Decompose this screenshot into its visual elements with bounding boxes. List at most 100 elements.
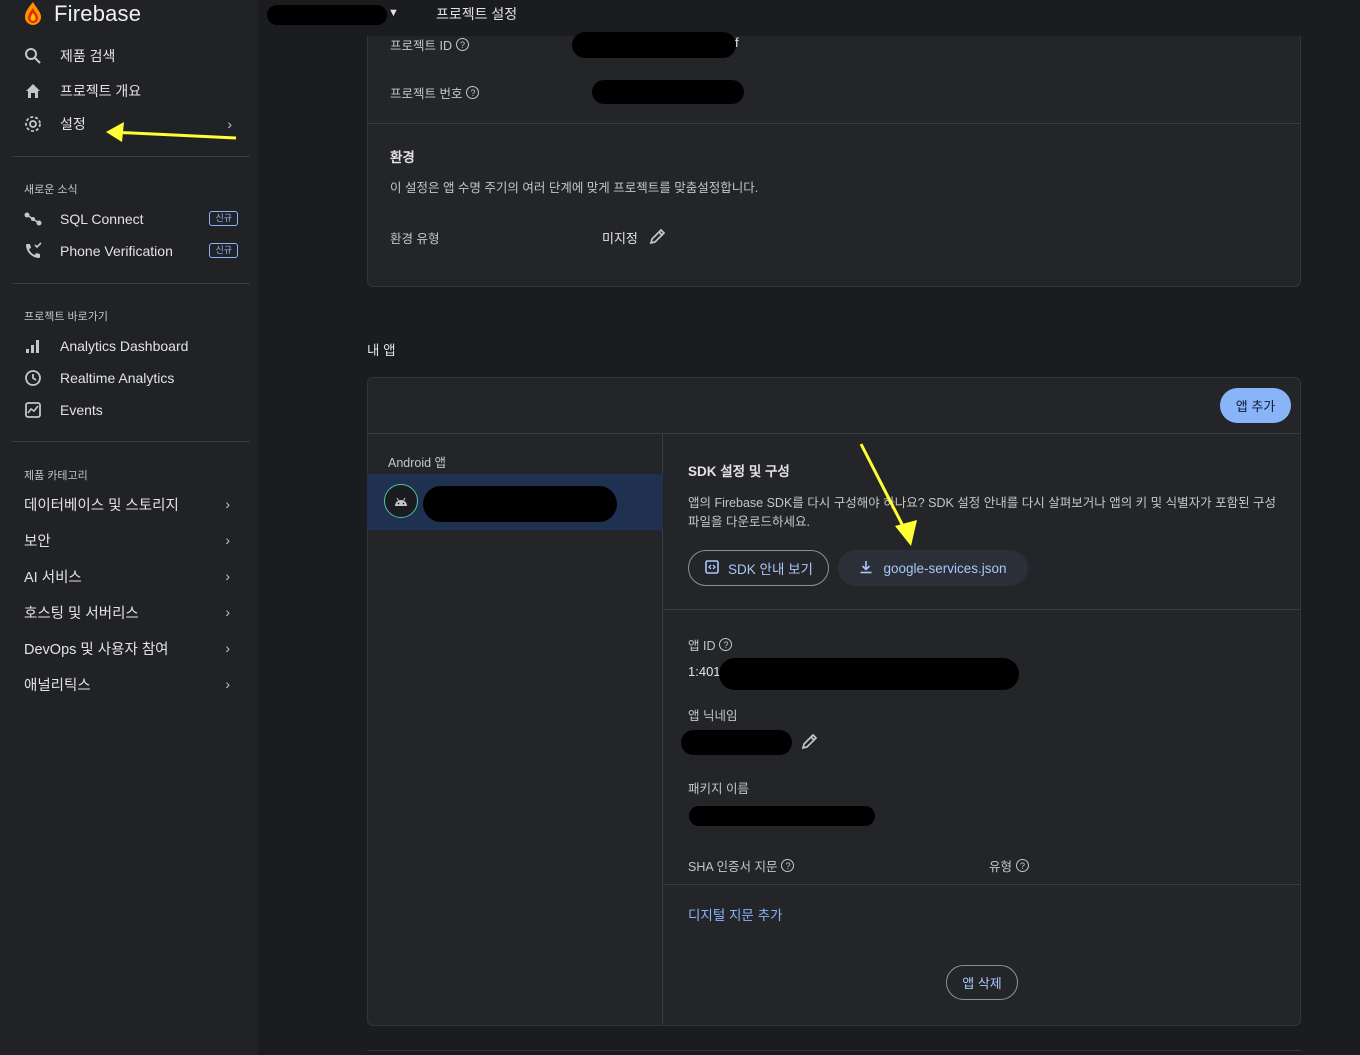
redacted-project-id [572, 32, 736, 58]
clock-icon [22, 367, 44, 389]
sidebar-item-realtime-analytics[interactable]: Realtime Analytics [22, 365, 238, 391]
sidebar-divider [12, 283, 250, 284]
help-icon[interactable]: ? [781, 859, 795, 872]
sha-fingerprint-label-text: SHA 인증서 지문 [688, 860, 778, 874]
environment-title: 환경 [390, 150, 415, 165]
project-dropdown-chevron-icon[interactable]: ▼ [388, 7, 399, 19]
new-badge: 신규 [209, 243, 238, 258]
type-label-text: 유형 [989, 860, 1013, 874]
sha-fingerprint-label: SHA 인증서 지문 ? [688, 856, 795, 875]
sidebar-item-sql-connect[interactable]: SQL Connect 신규 [22, 206, 238, 232]
redacted-app-nickname [681, 730, 792, 755]
sidebar-item-project-overview[interactable]: 프로젝트 개요 [22, 78, 238, 104]
chevron-right-icon: › [227, 116, 232, 132]
firebase-logo[interactable]: Firebase [22, 0, 141, 28]
sidebar-item-label: SQL Connect [60, 211, 144, 227]
sidebar-item-label: 프로젝트 개요 [60, 83, 142, 99]
app-id-prefix: 1:401 [688, 664, 721, 679]
project-id-label: 프로젝트 ID ? [390, 35, 469, 54]
news-section-title: 새로운 소식 [24, 184, 78, 196]
chevron-right-icon: › [225, 640, 230, 656]
sidebar-divider [12, 156, 250, 157]
app-id-label-text: 앱 ID [688, 639, 716, 653]
redacted-app-id [719, 658, 1019, 690]
sdk-description: 앱의 Firebase SDK를 다시 구성해야 하나요? SDK 설정 안내를… [688, 496, 1277, 529]
add-fingerprint-link[interactable]: 디지털 지문 추가 [688, 904, 782, 924]
bottom-divider [367, 1050, 1301, 1051]
help-icon[interactable]: ? [466, 86, 480, 99]
project-number-label: 프로젝트 번호 ? [390, 83, 480, 102]
add-app-button[interactable]: 앱 추가 [1220, 388, 1291, 423]
category-devops-engagement[interactable]: DevOps 및 사용자 참여 › [24, 636, 238, 660]
chevron-right-icon: › [225, 496, 230, 512]
sidebar-item-label: 설정 [60, 116, 86, 132]
category-ai-services[interactable]: AI 서비스 › [24, 564, 238, 588]
sidebar-item-product-search[interactable]: 제품 검색 [22, 43, 238, 69]
android-app-row[interactable] [367, 474, 663, 530]
project-id-label-text: 프로젝트 ID [390, 39, 452, 53]
sidebar-item-label: Phone Verification [60, 243, 173, 259]
code-icon [704, 559, 720, 578]
download-config-button[interactable]: google-services.json [838, 550, 1028, 586]
app-list-pane: Android 앱 [367, 433, 663, 1025]
type-label: 유형 ? [989, 856, 1030, 875]
package-name-label: 패키지 이름 [688, 782, 749, 796]
sidebar-item-analytics-dashboard[interactable]: Analytics Dashboard [22, 333, 238, 359]
redacted-app-name [423, 486, 617, 522]
category-label: 데이터베이스 및 스토리지 [24, 497, 179, 514]
category-label: 보안 [24, 533, 51, 550]
help-icon[interactable]: ? [1016, 859, 1030, 872]
shortcuts-section-title: 프로젝트 바로가기 [24, 311, 109, 323]
sidebar-item-label: Realtime Analytics [60, 370, 175, 386]
category-database-storage[interactable]: 데이터베이스 및 스토리지 › [24, 492, 238, 516]
card-divider [664, 609, 1301, 610]
chevron-right-icon: › [225, 568, 230, 584]
delete-app-button[interactable]: 앱 삭제 [946, 965, 1018, 1000]
sidebar: Firebase 제품 검색 프로젝트 개요 설정 › 새로운 소식 SQL C… [0, 0, 258, 1055]
project-id-suffix: f [735, 35, 739, 50]
home-icon [22, 80, 44, 102]
sdk-guide-label: SDK 안내 보기 [728, 562, 813, 577]
sql-connect-icon [22, 208, 44, 230]
help-icon[interactable]: ? [719, 638, 733, 651]
category-label: 호스팅 및 서버리스 [24, 605, 139, 622]
environment-type-label: 환경 유형 [390, 232, 440, 246]
category-label: 애널리틱스 [24, 677, 91, 694]
category-analytics[interactable]: 애널리틱스 › [24, 672, 238, 696]
sidebar-item-events[interactable]: Events [22, 397, 238, 423]
gear-icon [22, 113, 44, 135]
chevron-right-icon: › [225, 532, 230, 548]
android-apps-header: Android 앱 [388, 456, 447, 470]
sdk-guide-button[interactable]: SDK 안내 보기 [688, 550, 829, 586]
redacted-project-number [592, 80, 744, 104]
sidebar-item-settings[interactable]: 설정 › [22, 111, 238, 137]
sidebar-item-label: 제품 검색 [60, 48, 116, 64]
card-divider [664, 884, 1301, 885]
breadcrumb: 프로젝트 설정 [436, 6, 518, 22]
sdk-section-title: SDK 설정 및 구성 [688, 464, 790, 479]
search-icon [22, 45, 44, 67]
chevron-right-icon: › [225, 676, 230, 692]
edit-pencil-icon[interactable] [648, 226, 668, 246]
sidebar-item-label: Analytics Dashboard [60, 338, 189, 354]
sidebar-item-label: Events [60, 402, 103, 418]
download-config-label: google-services.json [883, 560, 1007, 576]
environment-description: 이 설정은 앱 수명 주기의 여러 단계에 맞게 프로젝트를 맞춤설정합니다. [390, 181, 759, 195]
new-badge: 신규 [209, 211, 238, 226]
android-icon [384, 484, 418, 518]
delete-app-label: 앱 삭제 [962, 976, 1002, 991]
app-nickname-label: 앱 닉네임 [688, 709, 738, 723]
category-hosting-serverless[interactable]: 호스팅 및 서버리스 › [24, 600, 238, 624]
download-icon [859, 560, 873, 577]
categories-section-title: 제품 카테고리 [24, 470, 88, 482]
app-id-label: 앱 ID ? [688, 635, 733, 654]
category-security[interactable]: 보안 › [24, 528, 238, 552]
sidebar-item-phone-verification[interactable]: Phone Verification 신규 [22, 238, 238, 264]
phone-verification-icon [22, 240, 44, 262]
project-number-label-text: 프로젝트 번호 [390, 87, 463, 101]
edit-pencil-icon[interactable] [800, 731, 820, 751]
project-info-card [367, 36, 1301, 287]
redacted-project-name [267, 5, 387, 25]
help-icon[interactable]: ? [455, 38, 469, 51]
sidebar-divider [12, 441, 250, 442]
